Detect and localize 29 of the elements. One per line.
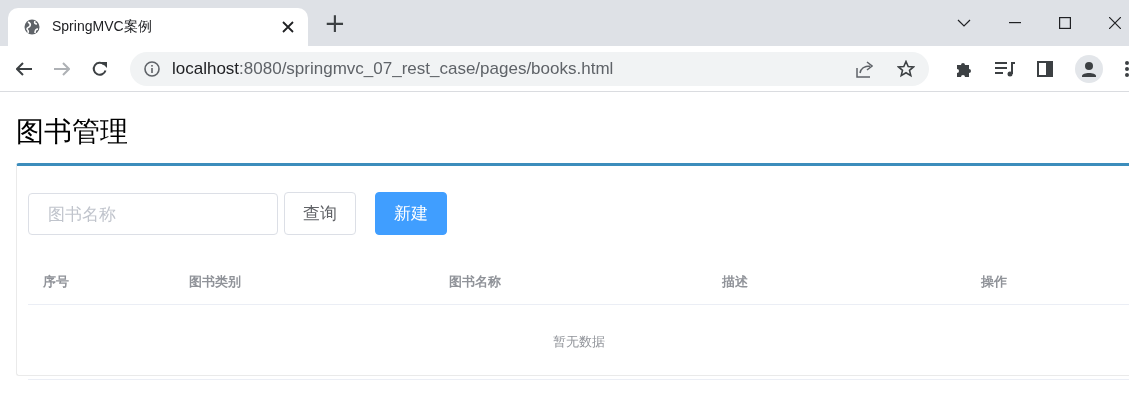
share-icon[interactable]: [855, 59, 873, 78]
address-bar[interactable]: localhost:8080/springmvc_07_rest_case/pages/books.html: [130, 51, 929, 86]
minimize-icon[interactable]: [1009, 22, 1021, 24]
more-menu-icon[interactable]: [1125, 60, 1129, 77]
tab-title: SpringMVC案例: [52, 18, 153, 36]
close-icon[interactable]: [282, 21, 294, 33]
browser-tab[interactable]: SpringMVC案例: [8, 8, 308, 46]
maximize-icon[interactable]: [1059, 17, 1071, 29]
close-icon[interactable]: [1109, 17, 1121, 29]
playlist-icon[interactable]: [995, 60, 1015, 77]
url-text: localhost:8080/springmvc_07_rest_case/pages/books.html: [172, 58, 614, 79]
profile-avatar-icon[interactable]: [1075, 54, 1103, 83]
side-panel-icon[interactable]: [1037, 60, 1053, 77]
new-tab-button[interactable]: +: [324, 10, 346, 36]
empty-text: 暂无数据: [552, 333, 605, 351]
chevron-down-icon[interactable]: [957, 19, 971, 27]
column-header: 操作: [980, 272, 1008, 291]
column-header: 图书类别: [188, 272, 242, 291]
column-header: 序号: [42, 272, 70, 291]
column-header: 图书名称: [448, 272, 502, 291]
globe-icon: [24, 19, 40, 35]
search-field[interactable]: 图书名称: [28, 192, 278, 235]
page-title: 图书管理: [16, 114, 129, 150]
star-icon[interactable]: [897, 59, 915, 78]
info-icon: [144, 60, 160, 77]
reload-icon[interactable]: [92, 60, 108, 77]
column-header: 描述: [721, 272, 749, 291]
query-button[interactable]: 查询: [284, 192, 356, 235]
back-arrow-icon[interactable]: [16, 61, 32, 76]
